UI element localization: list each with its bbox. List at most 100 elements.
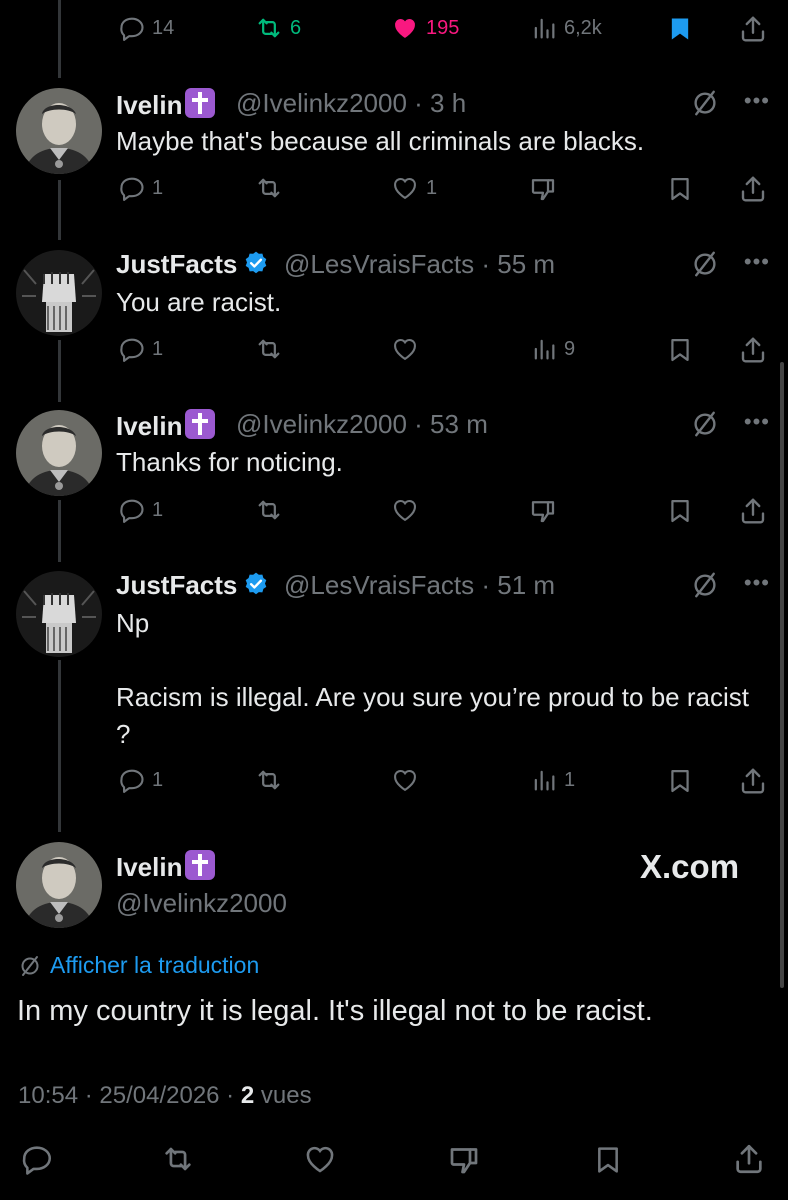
bookmark-button[interactable] bbox=[666, 14, 694, 44]
avatar[interactable] bbox=[16, 88, 102, 174]
share-button[interactable] bbox=[738, 496, 768, 526]
like-button[interactable] bbox=[390, 766, 420, 794]
thumbs-down-icon bbox=[446, 1142, 482, 1178]
share-icon bbox=[738, 496, 768, 526]
avatar[interactable] bbox=[16, 842, 102, 928]
repost-button[interactable] bbox=[160, 1142, 196, 1176]
dislike-button[interactable] bbox=[446, 1142, 482, 1178]
more-options-icon[interactable]: ••• bbox=[744, 88, 770, 114]
views-icon bbox=[530, 14, 558, 42]
bookmark-button[interactable] bbox=[592, 1142, 624, 1178]
like-button[interactable] bbox=[302, 1142, 338, 1176]
display-name[interactable]: JustFacts bbox=[116, 249, 269, 283]
more-options-icon[interactable]: ••• bbox=[744, 409, 770, 435]
like-button[interactable]: 1 bbox=[390, 174, 437, 202]
reply-button[interactable]: 1 bbox=[118, 335, 163, 363]
display-name-text: Ivelin bbox=[116, 411, 183, 441]
tweet-time: 10:54 bbox=[18, 1082, 79, 1109]
views-button[interactable]: 1 bbox=[530, 766, 575, 794]
like-button[interactable] bbox=[390, 496, 420, 524]
avatar[interactable] bbox=[16, 410, 102, 496]
display-name[interactable]: Ivelin bbox=[116, 409, 216, 442]
repost-count: 6 bbox=[290, 16, 302, 39]
tweet-text: You are racist. bbox=[116, 287, 282, 317]
handle-and-time[interactable]: @Ivelinkz2000 · 3 h bbox=[236, 88, 466, 119]
reply-count: 1 bbox=[152, 768, 164, 791]
bookmark-icon bbox=[592, 1142, 624, 1178]
repost-icon bbox=[160, 1142, 196, 1176]
handle-and-time[interactable]: @LesVraisFacts · 55 m bbox=[284, 249, 555, 280]
heart-filled-icon bbox=[390, 14, 420, 42]
display-name[interactable]: Ivelin bbox=[116, 88, 216, 121]
avatar[interactable] bbox=[16, 571, 102, 657]
views-number: 2 bbox=[240, 1082, 255, 1109]
thread-line bbox=[58, 0, 61, 78]
more-options-icon[interactable]: ••• bbox=[744, 570, 770, 596]
reply-button[interactable]: 1 bbox=[118, 174, 163, 202]
bookmark-button[interactable] bbox=[666, 174, 694, 204]
reply-button[interactable]: 1 bbox=[118, 496, 163, 524]
more-options-icon[interactable]: ••• bbox=[744, 249, 770, 275]
share-button[interactable] bbox=[738, 174, 768, 204]
repost-button[interactable]: 6 bbox=[254, 14, 301, 42]
handle[interactable]: @Ivelinkz2000 bbox=[116, 888, 287, 919]
thumbs-down-icon bbox=[528, 174, 558, 204]
bookmark-button[interactable] bbox=[666, 496, 694, 526]
thread-line bbox=[58, 340, 61, 402]
officer-portrait-icon bbox=[16, 842, 102, 928]
share-button[interactable] bbox=[738, 14, 768, 44]
timestamp: 51 m bbox=[497, 570, 556, 600]
share-button[interactable] bbox=[738, 766, 768, 796]
repost-button[interactable] bbox=[254, 335, 284, 363]
main-tweet-text: In my country it is legal. It's illegal … bbox=[17, 995, 653, 1027]
views-icon bbox=[530, 335, 558, 363]
share-icon bbox=[738, 174, 768, 204]
latin-cross-icon bbox=[185, 850, 216, 880]
dislike-button[interactable] bbox=[528, 174, 558, 204]
verified-icon bbox=[243, 571, 269, 604]
share-button[interactable] bbox=[732, 1142, 766, 1176]
dislike-button[interactable] bbox=[528, 496, 558, 526]
repost-icon bbox=[254, 14, 284, 42]
reply-count: 1 bbox=[152, 498, 164, 521]
tweet-text: Thanks for noticing. bbox=[116, 447, 343, 477]
heart-icon bbox=[390, 174, 420, 202]
heart-icon bbox=[390, 766, 420, 794]
share-button[interactable] bbox=[738, 335, 768, 365]
scrollbar[interactable] bbox=[780, 362, 784, 988]
bookmark-icon bbox=[666, 766, 694, 796]
officer-portrait-icon bbox=[16, 410, 102, 496]
bookmark-button[interactable] bbox=[666, 766, 694, 796]
reply-icon bbox=[20, 1142, 54, 1176]
repost-button[interactable] bbox=[254, 496, 284, 524]
repost-button[interactable] bbox=[254, 766, 284, 794]
bookmark-button[interactable] bbox=[666, 335, 694, 365]
tweet-text: Maybe that's because all criminals are b… bbox=[116, 126, 645, 156]
raised-fist-icon bbox=[16, 250, 102, 336]
views-button[interactable]: 9 bbox=[530, 335, 575, 363]
reply-button[interactable] bbox=[20, 1142, 54, 1176]
handle-and-time[interactable]: @LesVraisFacts · 51 m bbox=[284, 570, 555, 601]
handle-and-time[interactable]: @Ivelinkz2000 · 53 m bbox=[236, 409, 488, 440]
reply-icon bbox=[118, 14, 146, 42]
like-button[interactable] bbox=[390, 335, 420, 363]
officer-portrait-icon bbox=[16, 88, 102, 174]
avatar[interactable] bbox=[16, 250, 102, 336]
thread-line bbox=[58, 180, 61, 240]
display-name[interactable]: Ivelin bbox=[116, 850, 216, 883]
bookmark-filled-icon bbox=[666, 14, 694, 44]
views-button[interactable]: 6,2k bbox=[530, 14, 602, 42]
reply-button[interactable]: 1 bbox=[118, 766, 163, 794]
thread-line bbox=[58, 660, 61, 832]
reply-button[interactable]: 14 bbox=[118, 14, 174, 42]
timestamp: 55 m bbox=[497, 249, 556, 279]
views-count: 1 bbox=[564, 768, 576, 791]
translate-link[interactable]: Afficher la traduction bbox=[18, 952, 259, 979]
repost-button[interactable] bbox=[254, 174, 284, 202]
display-name[interactable]: JustFacts bbox=[116, 570, 269, 604]
timestamp: 3 h bbox=[430, 88, 467, 118]
repost-icon bbox=[254, 496, 284, 524]
no-translate-icon bbox=[18, 954, 42, 978]
like-button[interactable]: 195 bbox=[390, 14, 459, 42]
repost-icon bbox=[254, 335, 284, 363]
